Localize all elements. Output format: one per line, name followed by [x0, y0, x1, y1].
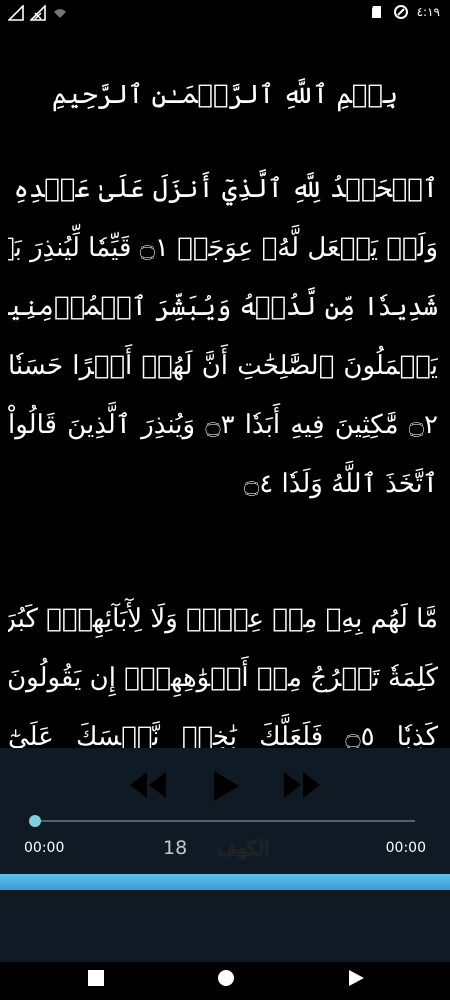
ayah-line[interactable]: شَدِيدٗا مِّن لَّدُنۡهُ وَيُبَشِّرَ ٱلۡم…	[8, 278, 438, 337]
ayah-line[interactable]: ٱلۡحَمۡدُ لِلَّهِ ٱلَّذِيٓ أَنزَلَ عَلَى…	[8, 160, 438, 219]
home-button[interactable]	[216, 968, 236, 988]
status-bar: ٤:١٩	[0, 0, 450, 28]
back-button[interactable]	[346, 968, 366, 988]
fast-forward-icon	[284, 772, 320, 798]
player-accent-bar	[0, 874, 450, 890]
recent-apps-icon	[88, 970, 104, 986]
ayah-line[interactable]: ٱتَّخَذَ ٱللَّهُ وَلَدٗا ۝٤	[8, 455, 438, 514]
page-text-block: ٱلۡحَمۡدُ لِلَّهِ ٱلَّذِيٓ أَنزَلَ عَلَى…	[8, 160, 438, 514]
status-left	[8, 5, 68, 21]
clock: ٤:١٩	[416, 5, 440, 19]
surah-name: الكهف	[217, 836, 270, 860]
ayah-line[interactable]: كَذِبٗا ۝٥ فَلَعَلَّكَ بَٰخِعٞ نَّفۡسَكَ…	[8, 708, 438, 748]
seek-bar[interactable]	[30, 820, 415, 822]
back-icon	[349, 970, 364, 986]
ayah-line[interactable]: مَّا لَهُم بِهِۦ مِنۡ عِلۡمٖ وَلَا لِأٓب…	[8, 590, 438, 649]
seek-thumb[interactable]	[29, 815, 41, 827]
page-number: 18	[163, 837, 188, 859]
quran-page-view[interactable]: بِسۡمِ ٱللَّهِ ٱلرَّحۡمَـٰنِ ٱلرَّحِيمِ …	[0, 30, 450, 748]
rewind-icon	[130, 772, 166, 798]
home-icon	[218, 970, 234, 986]
ayah-line[interactable]: ۝٢ مَّٰكِثِينَ فِيهِ أَبَدٗا ۝٣ وَيُنذِر…	[8, 396, 438, 455]
data-saver-icon	[393, 5, 408, 19]
signal-icon	[8, 5, 24, 21]
ayah-line[interactable]: يَعۡمَلُونَ ٱلصَّٰلِحَٰتِ أَنَّ لَهُمۡ أ…	[8, 337, 438, 396]
notification-icon	[54, 9, 66, 18]
play-icon	[214, 771, 239, 801]
status-right: ٤:١٩	[369, 4, 440, 20]
fast-forward-button[interactable]	[282, 770, 322, 800]
basmala: بِسۡمِ ٱللَّهِ ٱلرَّحۡمَـٰنِ ٱلرَّحِيمِ	[51, 80, 399, 110]
sd-card-icon	[371, 6, 381, 18]
ayah-line[interactable]: وَلَمۡ يَجۡعَل لَّهُۥ عِوَجَاۜ ۝١ قَيِّم…	[8, 219, 438, 278]
system-nav-bar	[0, 962, 450, 1000]
ayah-line[interactable]: كَلِمَةٗ تَخۡرُجُ مِنۡ أَفۡوَٰهِهِمۡۚ إِ…	[8, 649, 438, 708]
total-duration: 00:00	[385, 840, 426, 856]
signal-icon	[30, 5, 46, 21]
recent-apps-button[interactable]	[86, 968, 106, 988]
elapsed-time: 00:00	[24, 840, 65, 856]
rewind-button[interactable]	[128, 770, 168, 800]
play-button[interactable]	[212, 770, 240, 802]
page-text-block: مَّا لَهُم بِهِۦ مِنۡ عِلۡمٖ وَلَا لِأٓب…	[8, 590, 438, 748]
